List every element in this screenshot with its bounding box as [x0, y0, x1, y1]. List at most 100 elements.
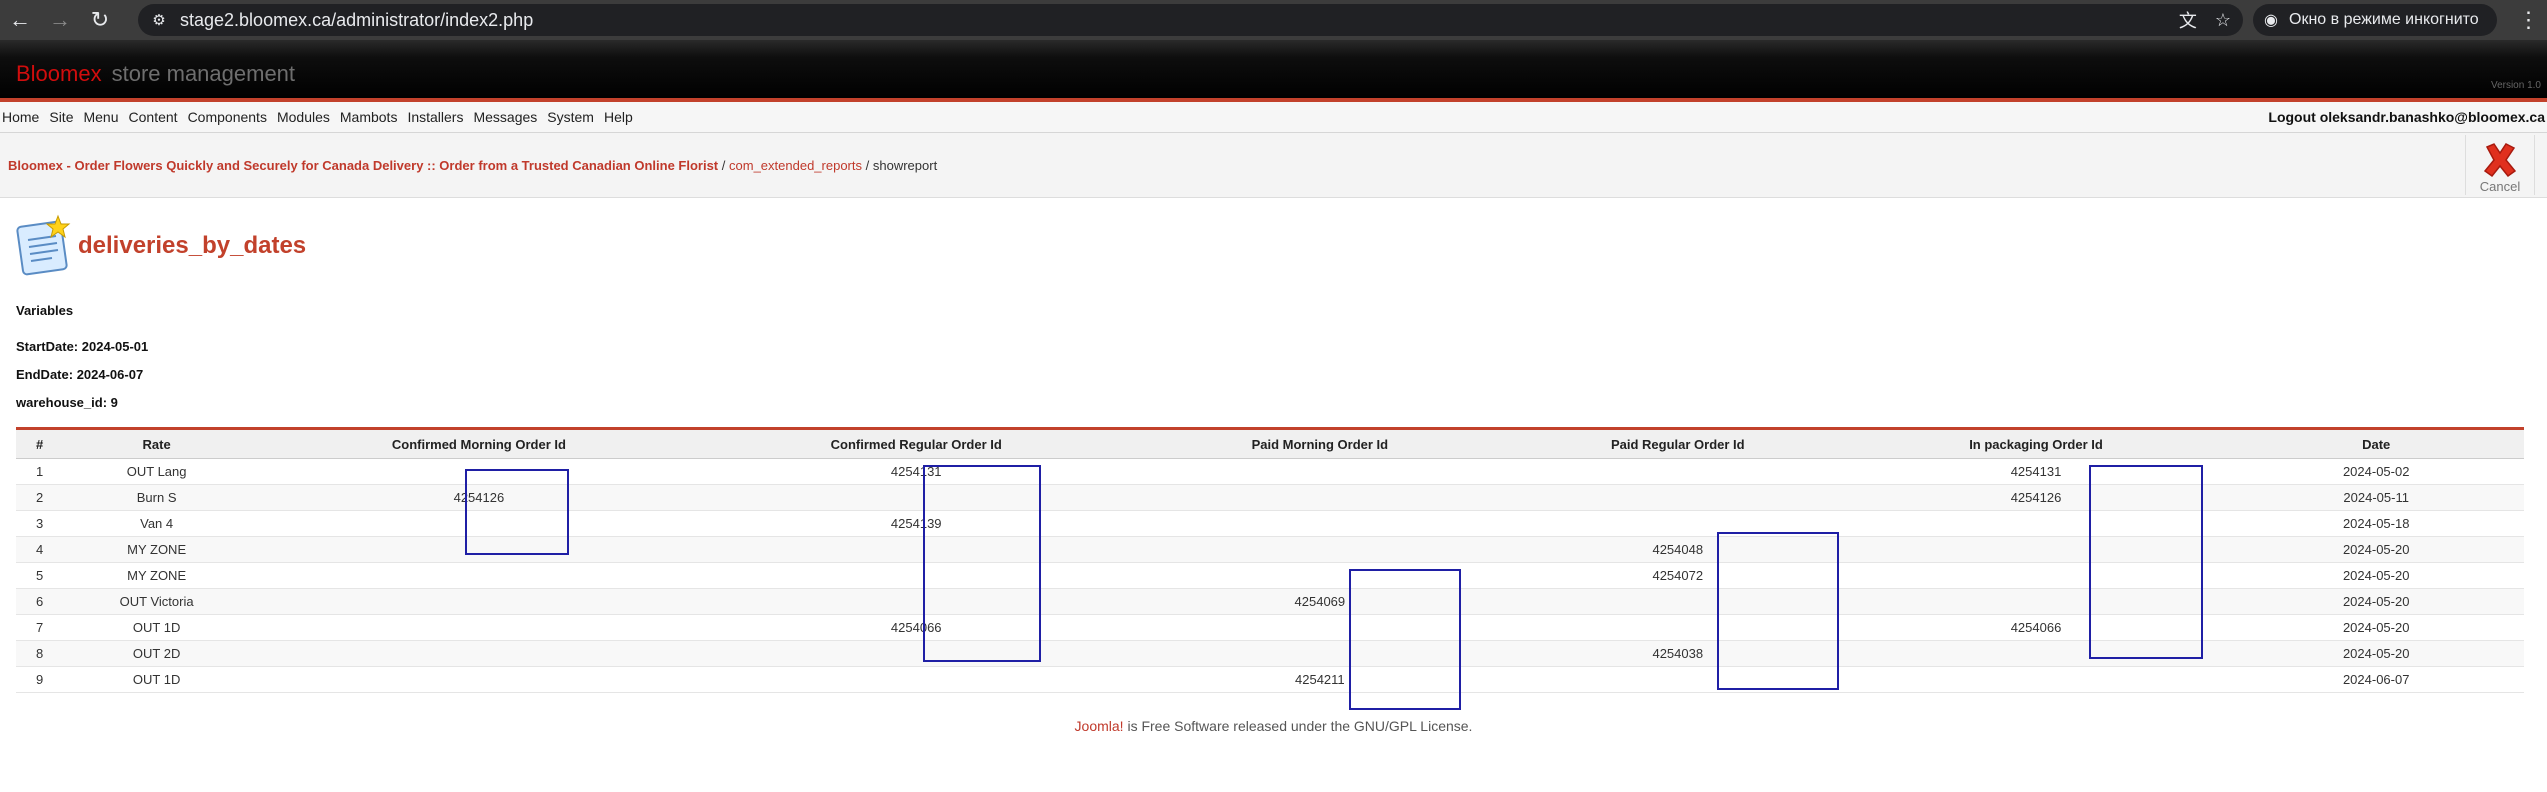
column-header[interactable]: Rate [60, 428, 254, 459]
menu-item[interactable]: Menu [82, 109, 118, 125]
variable-value: 2024-05-01 [81, 339, 149, 354]
table-cell [253, 666, 705, 693]
table-cell [253, 536, 705, 563]
table-cell: OUT 2D [60, 640, 254, 667]
table-cell [253, 588, 705, 615]
menu-item[interactable]: Components [187, 109, 267, 125]
menu-item[interactable]: Help [603, 109, 633, 125]
table-cell: 4254038 [1511, 640, 1844, 667]
table-cell: 3 [16, 510, 61, 537]
menu-item[interactable]: Content [128, 109, 178, 125]
star-icon[interactable]: ☆ [2215, 10, 2231, 31]
breadcrumb-site-link[interactable]: Bloomex - Order Flowers Quickly and Secu… [8, 158, 718, 173]
cancel-button[interactable]: Cancel [2465, 135, 2535, 195]
menu-item[interactable]: Modules [276, 109, 330, 125]
table-row: 9 OUT 1D 4254211 2024-06-07 [16, 666, 2524, 693]
table-header-row: # Rate Confirmed Morning Order Id Confirmed… [16, 428, 2524, 459]
menu-item[interactable]: Site [48, 109, 73, 125]
table-cell [253, 510, 705, 537]
breadcrumb-separator: / [721, 158, 726, 173]
incognito-indicator[interactable]: ◉ Окно в режиме инкогнито [2253, 4, 2497, 36]
table-cell: 2 [16, 484, 61, 511]
table-cell: OUT 1D [60, 666, 254, 693]
address-bar[interactable]: ⚙ stage2.bloomex.ca/administrator/index2… [138, 4, 2243, 36]
table-cell [704, 484, 1128, 511]
table-cell [1843, 588, 2229, 615]
table-cell [1127, 484, 1512, 511]
logout-link[interactable]: Logout oleksandr.banashko@bloomex.ca [2268, 109, 2545, 125]
variable-name: warehouse_id: [16, 395, 108, 410]
page-title: deliveries_by_dates [78, 232, 307, 259]
site-info-icon[interactable]: ⚙ [142, 4, 176, 36]
table-cell [253, 640, 705, 667]
logged-in-user: oleksandr.banashko@bloomex.ca [2319, 109, 2545, 125]
table-row: 8 OUT 2D 4254038 2024-05-20 [16, 640, 2524, 667]
breadcrumb-current: showreport [872, 158, 938, 173]
joomla-link[interactable]: Joomla! [1075, 718, 1124, 734]
table-cell: Burn S [60, 484, 254, 511]
table-cell: 2024-05-20 [2228, 640, 2524, 667]
reload-icon[interactable]: ↻ [80, 0, 120, 40]
column-header[interactable]: Paid Morning Order Id [1127, 428, 1512, 459]
table-cell [704, 588, 1128, 615]
table-cell: 4254126 [1843, 484, 2229, 511]
menu-item[interactable]: Home [1, 109, 39, 125]
table-cell: 1 [16, 458, 61, 485]
breadcrumb-separator: / [865, 158, 870, 173]
menu-items: Home Site Menu Content Components Modules Mamb… [0, 109, 642, 125]
column-header[interactable]: Confirmed Regular Order Id [704, 428, 1128, 459]
brand-logo: Bloomex store management [16, 61, 295, 87]
table-cell: 2024-05-20 [2228, 588, 2524, 615]
table-cell: 2024-05-20 [2228, 536, 2524, 563]
cancel-label: Cancel [2479, 179, 2521, 194]
top-menu: Home Site Menu Content Components Modules Mamb… [0, 102, 2547, 133]
menu-dots-icon[interactable]: ⋮ [2510, 0, 2547, 40]
table-cell: OUT 1D [60, 614, 254, 641]
table-cell [1843, 510, 2229, 537]
table-cell [1511, 588, 1844, 615]
translate-icon[interactable]: 文 [2179, 7, 2197, 33]
table-cell [1127, 640, 1512, 667]
variable-start-date: StartDate: 2024-05-01 [16, 339, 148, 354]
table-cell [704, 666, 1128, 693]
menu-item[interactable]: Installers [406, 109, 463, 125]
variable-name: StartDate: [16, 339, 79, 354]
back-arrow-icon[interactable]: ← [0, 0, 40, 40]
table-cell [1127, 562, 1512, 589]
table-cell [1511, 510, 1844, 537]
table-cell: 4254131 [704, 458, 1128, 485]
table-cell [1511, 614, 1844, 641]
column-header[interactable]: Paid Regular Order Id [1511, 428, 1844, 459]
breadcrumb-component-link[interactable]: com_extended_reports [729, 158, 862, 173]
table-cell: 6 [16, 588, 61, 615]
table-cell: 2024-05-02 [2228, 458, 2524, 485]
column-header[interactable]: Confirmed Morning Order Id [253, 428, 705, 459]
table-body: 1 OUT Lang 4254131 4254131 2024-05-02 2 Burn S… [16, 458, 2524, 693]
table-row: 1 OUT Lang 4254131 4254131 2024-05-02 [16, 458, 2524, 485]
table-cell: 4254139 [704, 510, 1128, 537]
column-header[interactable]: In packaging Order Id [1843, 428, 2229, 459]
brand-suffix: store management [111, 61, 296, 86]
breadcrumb-bar: Bloomex - Order Flowers Quickly and Secu… [0, 133, 2547, 198]
table-cell: MY ZONE [60, 536, 254, 563]
url-text[interactable]: stage2.bloomex.ca/administrator/index2.p… [180, 10, 533, 31]
table-cell: 4254066 [704, 614, 1128, 641]
menu-item[interactable]: System [546, 109, 594, 125]
table-cell [1511, 666, 1844, 693]
variable-warehouse-id: warehouse_id: 9 [16, 395, 118, 410]
footer-text: is Free Software released under the GNU/… [1123, 718, 1473, 734]
table-row: 4 MY ZONE 4254048 2024-05-20 [16, 536, 2524, 563]
report-document-icon [16, 214, 71, 276]
incognito-icon: ◉ [2264, 12, 2278, 29]
table-cell [1843, 562, 2229, 589]
menu-item[interactable]: Mambots [339, 109, 398, 125]
report-table: # Rate Confirmed Morning Order Id Confirmed… [16, 427, 2524, 693]
forward-arrow-icon[interactable]: → [40, 0, 80, 40]
logout-label[interactable]: Logout [2268, 109, 2315, 125]
footer: Joomla! is Free Software released under … [0, 718, 2547, 734]
column-header[interactable]: # [16, 428, 61, 459]
column-header[interactable]: Date [2228, 428, 2524, 459]
table-row: 5 MY ZONE 4254072 2024-05-20 [16, 562, 2524, 589]
table-cell [253, 458, 705, 485]
menu-item[interactable]: Messages [472, 109, 537, 125]
